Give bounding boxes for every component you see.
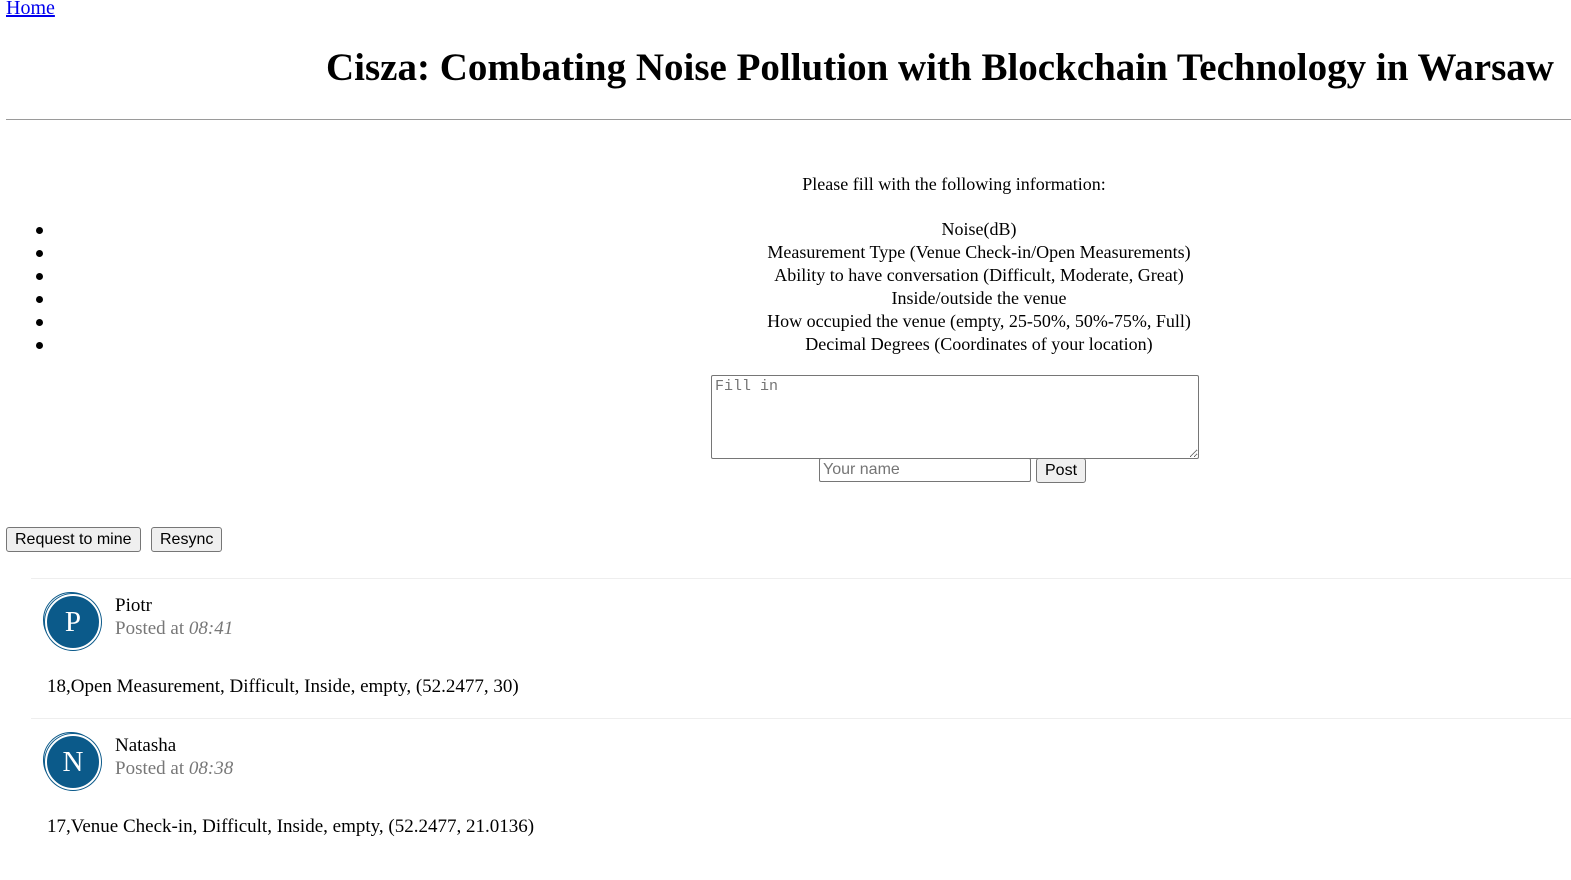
home-link[interactable]: Home [6,0,55,20]
form-intro-text: Please fill with the following informati… [802,174,1106,194]
requirement-text: Inside/outside the venue [891,288,1067,308]
avatar: P [45,594,101,650]
post-timestamp: Posted at 08:38 [115,758,233,780]
requirement-item: How occupied the venue (empty, 25-50%, 5… [0,310,1571,333]
requirement-text: Ability to have conversation (Difficult,… [774,265,1184,285]
post-author: Piotr [115,595,152,616]
requirement-item: Ability to have conversation (Difficult,… [0,264,1571,287]
requirement-text: Decimal Degrees (Coordinates of your loc… [805,334,1153,354]
posted-time: 08:41 [188,618,234,639]
header-divider [6,119,1571,120]
posted-prefix: Posted at [115,618,185,639]
requirement-item: Noise(dB) [0,218,1571,241]
requirement-item: Measurement Type (Venue Check-in/Open Me… [0,241,1571,264]
requirements-list: Noise(dB) Measurement Type (Venue Check-… [0,218,1571,356]
post-card: N Natasha Posted at 08:38 17,Venue Check… [31,718,1571,859]
requirement-item: Inside/outside the venue [0,287,1571,310]
resync-button[interactable]: Resync [151,527,223,552]
requirement-item: Decimal Degrees (Coordinates of your loc… [0,333,1571,356]
post-button[interactable]: Post [1036,458,1087,483]
posted-prefix: Posted at [115,758,185,779]
posted-time: 08:38 [188,758,234,779]
post-card: P Piotr Posted at 08:41 18,Open Measurem… [31,578,1571,719]
requirement-text: Measurement Type (Venue Check-in/Open Me… [767,242,1191,262]
name-input[interactable] [819,458,1031,482]
post-author: Natasha [115,735,177,756]
requirement-text: How occupied the venue (empty, 25-50%, 5… [767,311,1191,331]
page-title: Cisza: Combating Noise Pollution with Bl… [326,46,1554,89]
requirement-text: Noise(dB) [941,219,1017,239]
post-content: 17,Venue Check-in, Difficult, Inside, em… [47,816,535,837]
measurement-textarea[interactable] [711,375,1199,459]
post-timestamp: Posted at 08:41 [115,618,233,640]
request-to-mine-button[interactable]: Request to mine [6,527,141,552]
post-content: 18,Open Measurement, Difficult, Inside, … [47,676,519,697]
avatar: N [45,734,101,790]
